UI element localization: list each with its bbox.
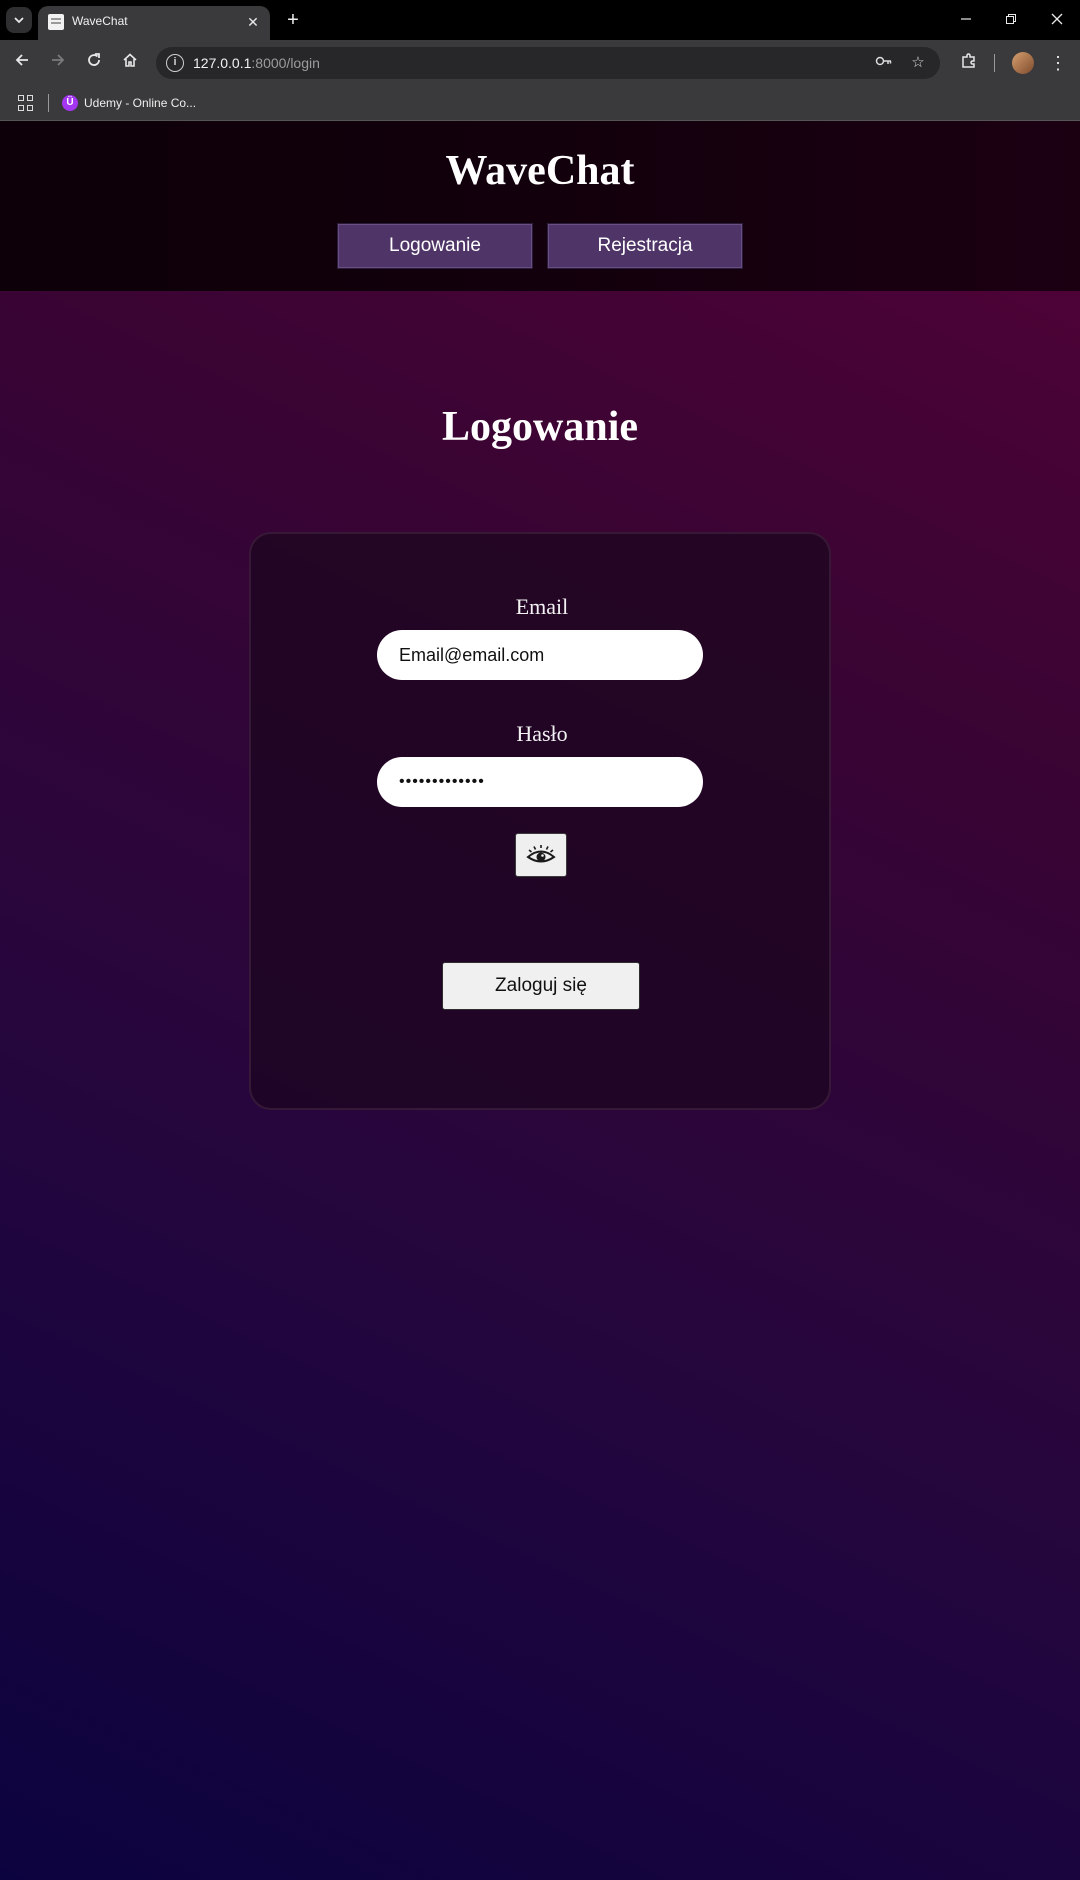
profile-avatar[interactable] bbox=[1012, 52, 1034, 74]
nav-login-button[interactable]: Logowanie bbox=[337, 223, 533, 269]
close-tab-icon[interactable]: ✕ bbox=[244, 13, 262, 31]
menu-kebab-icon[interactable]: ⋮ bbox=[1048, 52, 1068, 74]
site-title: WaveChat bbox=[445, 148, 635, 194]
reload-icon[interactable] bbox=[82, 51, 106, 75]
toolbar-separator bbox=[994, 54, 995, 72]
eye-icon bbox=[526, 845, 556, 863]
password-key-icon[interactable] bbox=[874, 53, 894, 73]
login-form-card: Email Email@email.com Hasło ••••••••••••… bbox=[249, 532, 831, 1110]
password-field[interactable]: ••••••••••••• bbox=[377, 757, 703, 807]
home-icon[interactable] bbox=[118, 51, 142, 75]
url-host: 127.0.0.1 bbox=[193, 55, 252, 71]
browser-tab-bar: WaveChat ✕ + bbox=[0, 0, 1080, 40]
bookmark-udemy[interactable]: Ü Udemy - Online Co... bbox=[62, 94, 196, 112]
bookmarks-bar: Ü Udemy - Online Co... bbox=[0, 86, 1080, 120]
site-info-icon[interactable]: i bbox=[166, 54, 184, 72]
apps-grid-icon[interactable] bbox=[18, 95, 34, 111]
new-tab-button[interactable]: + bbox=[282, 9, 304, 31]
url-path: :8000/login bbox=[251, 55, 320, 71]
tab-title: WaveChat bbox=[72, 14, 128, 28]
page-title: Logowanie bbox=[441, 404, 638, 450]
login-submit-button[interactable]: Zaloguj się bbox=[442, 962, 640, 1010]
bookmark-label: Udemy - Online Co... bbox=[84, 96, 197, 110]
extensions-puzzle-icon[interactable] bbox=[958, 52, 980, 74]
minimize-icon[interactable] bbox=[954, 8, 978, 32]
email-field[interactable]: Email@email.com bbox=[377, 630, 703, 680]
show-password-button[interactable] bbox=[515, 833, 567, 877]
bookmark-star-icon[interactable]: ☆ bbox=[908, 53, 928, 73]
nav-register-button[interactable]: Rejestracja bbox=[547, 223, 743, 269]
address-bar[interactable]: i 127.0.0.1:8000/login ☆ bbox=[156, 47, 940, 79]
forward-arrow-icon[interactable] bbox=[46, 51, 70, 75]
page-body: WaveChat Logowanie Rejestracja Logowanie… bbox=[0, 121, 1080, 1880]
page-favicon-icon bbox=[48, 14, 64, 30]
udemy-logo-icon: Ü bbox=[62, 95, 78, 111]
bookmarks-separator bbox=[48, 94, 49, 112]
browser-tab[interactable]: WaveChat ✕ bbox=[38, 6, 270, 40]
tab-search-button[interactable] bbox=[6, 7, 32, 33]
close-window-icon[interactable] bbox=[1045, 8, 1069, 32]
password-label: Hasło bbox=[516, 721, 568, 746]
back-arrow-icon[interactable] bbox=[10, 51, 34, 75]
site-header: WaveChat Logowanie Rejestracja bbox=[0, 121, 1080, 291]
browser-toolbar: i 127.0.0.1:8000/login ☆ bbox=[0, 40, 1080, 86]
email-label: Email bbox=[515, 594, 569, 619]
address-url: 127.0.0.1:8000/login bbox=[193, 55, 320, 71]
chevron-down-icon bbox=[14, 17, 24, 24]
restore-icon[interactable] bbox=[999, 8, 1023, 32]
